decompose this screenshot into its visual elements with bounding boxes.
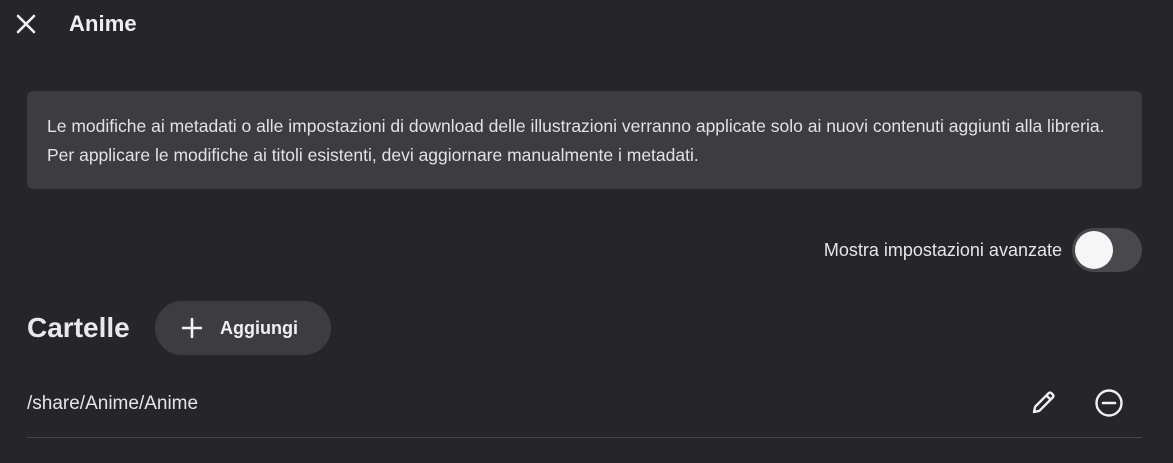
minus-circle-icon [1095,389,1123,417]
folders-section-title: Cartelle [27,312,130,343]
page-title: Anime [69,11,137,36]
close-icon [16,14,36,34]
plus-icon [182,318,202,338]
advanced-settings-row: Mostra impostazioni avanzate [824,228,1142,272]
advanced-settings-toggle[interactable] [1072,228,1142,272]
close-button[interactable] [10,8,42,40]
advanced-settings-label: Mostra impostazioni avanzate [823,239,1062,260]
remove-folder-button[interactable] [1093,387,1125,419]
add-folder-label: Aggiungi [220,317,298,338]
dialog-header: Anime [0,0,1173,48]
edit-folder-button[interactable] [1027,387,1059,419]
metadata-notice: Le modifiche ai metadati o alle impostaz… [27,91,1142,189]
folder-path: /share/Anime/Anime [27,393,199,414]
folder-list-item: /share/Anime/Anime [27,375,1142,438]
toggle-knob [1075,231,1113,269]
add-folder-button[interactable]: Aggiungi [155,301,331,355]
pencil-icon [1032,391,1055,414]
